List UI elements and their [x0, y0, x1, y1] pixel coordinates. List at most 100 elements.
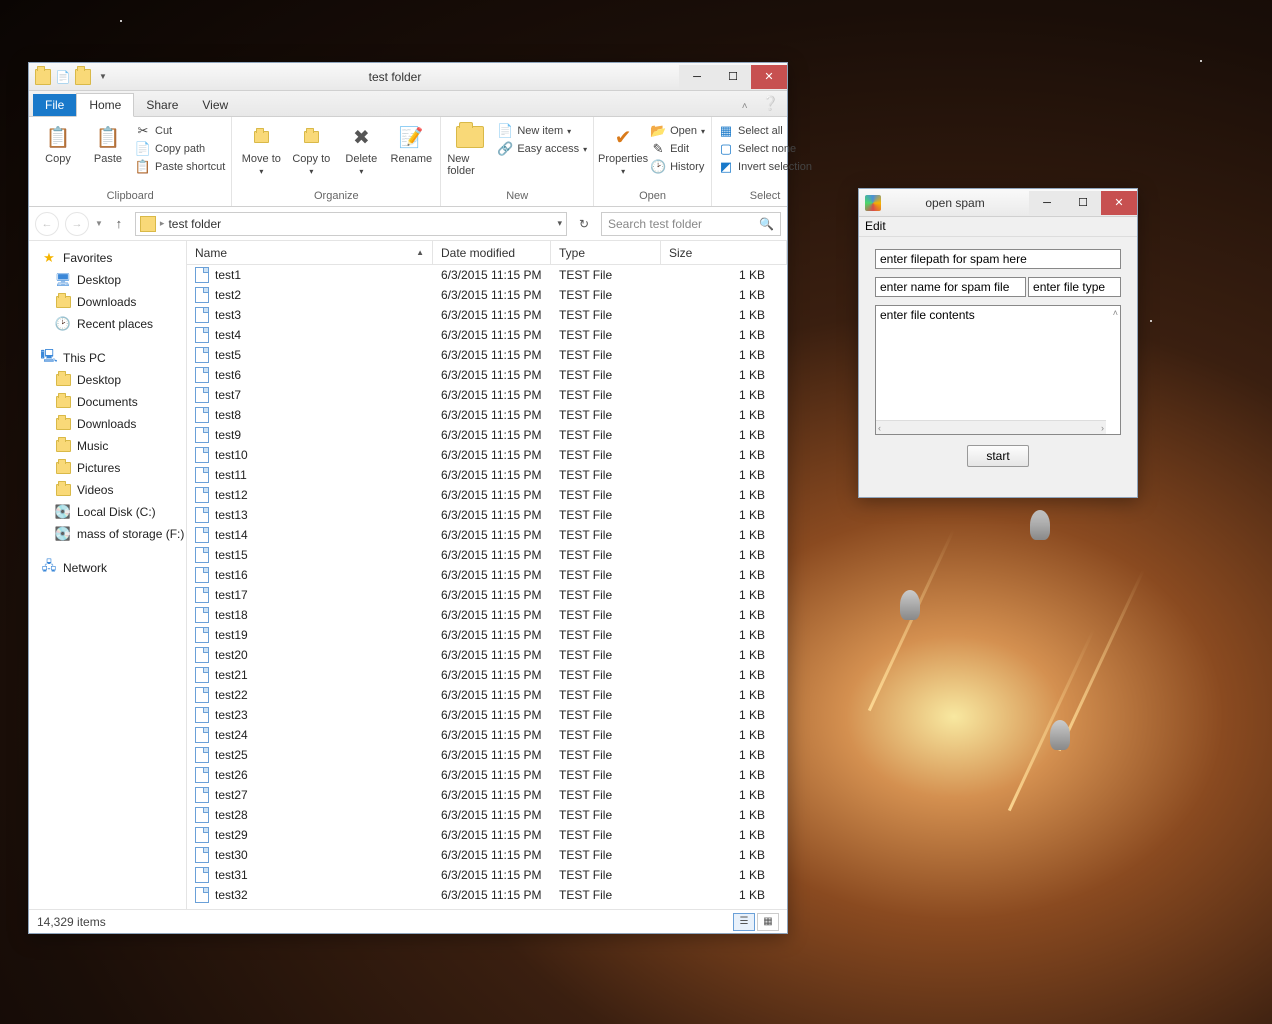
forward-button[interactable]: →	[65, 212, 89, 236]
scroll-up-icon[interactable]: ˄	[1113, 308, 1118, 318]
file-row[interactable]: test26/3/2015 11:15 PMTEST File1 KB	[187, 285, 787, 305]
tab-file[interactable]: File	[33, 94, 76, 116]
file-row[interactable]: test196/3/2015 11:15 PMTEST File1 KB	[187, 625, 787, 645]
easy-access-button[interactable]: 🔗Easy access ▾	[497, 141, 587, 157]
address-dropdown-icon[interactable]: ▾	[557, 218, 562, 229]
rename-button[interactable]: 📝Rename	[388, 121, 434, 165]
close-button[interactable]: ✕	[751, 65, 787, 89]
file-row[interactable]: test236/3/2015 11:15 PMTEST File1 KB	[187, 705, 787, 725]
file-row[interactable]: test96/3/2015 11:15 PMTEST File1 KB	[187, 425, 787, 445]
file-row[interactable]: test266/3/2015 11:15 PMTEST File1 KB	[187, 765, 787, 785]
qat-dropdown-icon[interactable]: ▼	[95, 69, 111, 85]
start-button[interactable]: start	[967, 445, 1028, 467]
move-to-button[interactable]: Move to▾	[238, 121, 284, 176]
file-row[interactable]: test106/3/2015 11:15 PMTEST File1 KB	[187, 445, 787, 465]
sidebar-item-music[interactable]: Music	[33, 435, 182, 457]
file-row[interactable]: test66/3/2015 11:15 PMTEST File1 KB	[187, 365, 787, 385]
file-row[interactable]: test216/3/2015 11:15 PMTEST File1 KB	[187, 665, 787, 685]
sidebar-item-documents[interactable]: Documents	[33, 391, 182, 413]
file-row[interactable]: test326/3/2015 11:15 PMTEST File1 KB	[187, 885, 787, 905]
copy-to-button[interactable]: Copy to▾	[288, 121, 334, 176]
close-button[interactable]: ✕	[1101, 191, 1137, 215]
paste-shortcut-button[interactable]: 📋Paste shortcut	[135, 159, 225, 175]
invert-selection-button[interactable]: ◩Invert selection	[718, 159, 812, 175]
file-row[interactable]: test286/3/2015 11:15 PMTEST File1 KB	[187, 805, 787, 825]
filepath-input[interactable]	[875, 249, 1121, 269]
breadcrumb-segment[interactable]: test folder	[168, 217, 221, 231]
sidebar-item-desktop[interactable]: Desktop	[33, 369, 182, 391]
file-row[interactable]: test256/3/2015 11:15 PMTEST File1 KB	[187, 745, 787, 765]
search-input[interactable]: Search test folder 🔍	[601, 212, 781, 236]
sidebar-item-videos[interactable]: Videos	[33, 479, 182, 501]
file-row[interactable]: test296/3/2015 11:15 PMTEST File1 KB	[187, 825, 787, 845]
file-row[interactable]: test126/3/2015 11:15 PMTEST File1 KB	[187, 485, 787, 505]
details-view-button[interactable]: ☰	[733, 913, 755, 931]
sidebar-item-downloads[interactable]: Downloads	[33, 291, 182, 313]
file-row[interactable]: test226/3/2015 11:15 PMTEST File1 KB	[187, 685, 787, 705]
sidebar-item-pictures[interactable]: Pictures	[33, 457, 182, 479]
file-row[interactable]: test116/3/2015 11:15 PMTEST File1 KB	[187, 465, 787, 485]
help-icon[interactable]: ❔	[754, 91, 787, 116]
column-name[interactable]: Name▲	[187, 241, 433, 264]
properties-button[interactable]: ✔Properties▾	[600, 121, 646, 176]
sidebar-item-downloads[interactable]: Downloads	[33, 413, 182, 435]
maximize-button[interactable]: ☐	[1065, 191, 1101, 215]
scroll-right-icon[interactable]: ›	[1101, 423, 1104, 433]
file-row[interactable]: test176/3/2015 11:15 PMTEST File1 KB	[187, 585, 787, 605]
edit-button[interactable]: ✎Edit	[650, 141, 705, 157]
copy-button[interactable]: 📋Copy	[35, 121, 81, 165]
menu-edit[interactable]: Edit	[865, 219, 886, 233]
file-row[interactable]: test46/3/2015 11:15 PMTEST File1 KB	[187, 325, 787, 345]
up-button[interactable]: ↑	[109, 216, 129, 231]
sidebar-item-recent[interactable]: 🕑Recent places	[33, 313, 182, 335]
scroll-left-icon[interactable]: ‹	[878, 423, 881, 433]
filetype-input[interactable]	[1028, 277, 1121, 297]
open-button[interactable]: 📂Open ▾	[650, 123, 705, 139]
file-row[interactable]: test86/3/2015 11:15 PMTEST File1 KB	[187, 405, 787, 425]
file-row[interactable]: test276/3/2015 11:15 PMTEST File1 KB	[187, 785, 787, 805]
sidebar-item-desktop[interactable]: 🖥Desktop	[33, 269, 182, 291]
back-button[interactable]: ←	[35, 212, 59, 236]
select-all-button[interactable]: ▦Select all	[718, 123, 812, 139]
file-row[interactable]: test146/3/2015 11:15 PMTEST File1 KB	[187, 525, 787, 545]
sidebar-item-local-disk-c[interactable]: 💽Local Disk (C:)	[33, 501, 182, 523]
tab-view[interactable]: View	[190, 94, 240, 116]
contents-textarea[interactable]: enter file contents ˄ ‹›	[875, 305, 1121, 435]
file-row[interactable]: test156/3/2015 11:15 PMTEST File1 KB	[187, 545, 787, 565]
column-size[interactable]: Size	[661, 241, 787, 264]
cut-button[interactable]: ✂Cut	[135, 123, 225, 139]
file-row[interactable]: test206/3/2015 11:15 PMTEST File1 KB	[187, 645, 787, 665]
maximize-button[interactable]: ☐	[715, 65, 751, 89]
file-row[interactable]: test56/3/2015 11:15 PMTEST File1 KB	[187, 345, 787, 365]
dialog-titlebar[interactable]: open spam ─ ☐ ✕	[859, 189, 1137, 217]
icons-view-button[interactable]: ▦	[757, 913, 779, 931]
filename-input[interactable]	[875, 277, 1026, 297]
copy-path-button[interactable]: 📄Copy path	[135, 141, 225, 157]
column-date[interactable]: Date modified	[433, 241, 551, 264]
horizontal-scrollbar[interactable]: ‹›	[876, 420, 1106, 434]
new-folder-qat-icon[interactable]	[75, 69, 91, 85]
file-row[interactable]: test76/3/2015 11:15 PMTEST File1 KB	[187, 385, 787, 405]
file-row[interactable]: test316/3/2015 11:15 PMTEST File1 KB	[187, 865, 787, 885]
tab-home[interactable]: Home	[76, 93, 134, 117]
file-row[interactable]: test36/3/2015 11:15 PMTEST File1 KB	[187, 305, 787, 325]
select-none-button[interactable]: ▢Select none	[718, 141, 812, 157]
breadcrumb-chevron-icon[interactable]: ▸	[160, 218, 165, 229]
sidebar-item-drive-f[interactable]: 💽mass of storage (F:)	[33, 523, 182, 545]
collapse-ribbon-icon[interactable]: ˄	[736, 97, 754, 116]
new-folder-button[interactable]: New folder	[447, 121, 493, 177]
new-item-button[interactable]: 📄New item ▾	[497, 123, 587, 139]
explorer-titlebar[interactable]: 📄 ▼ test folder ─ ☐ ✕	[29, 63, 787, 91]
refresh-button[interactable]: ↻	[573, 212, 595, 236]
file-row[interactable]: test186/3/2015 11:15 PMTEST File1 KB	[187, 605, 787, 625]
file-row[interactable]: test246/3/2015 11:15 PMTEST File1 KB	[187, 725, 787, 745]
history-button[interactable]: 🕑History	[650, 159, 705, 175]
paste-button[interactable]: 📋Paste	[85, 121, 131, 165]
address-bar[interactable]: ▸ test folder ▾	[135, 212, 567, 236]
minimize-button[interactable]: ─	[679, 65, 715, 89]
file-list[interactable]: test16/3/2015 11:15 PMTEST File1 KBtest2…	[187, 265, 787, 909]
sidebar-this-pc[interactable]: 🖳This PC	[33, 347, 182, 369]
sidebar-network[interactable]: 🖧Network	[33, 557, 182, 579]
file-row[interactable]: test166/3/2015 11:15 PMTEST File1 KB	[187, 565, 787, 585]
delete-button[interactable]: ✖Delete▾	[338, 121, 384, 176]
